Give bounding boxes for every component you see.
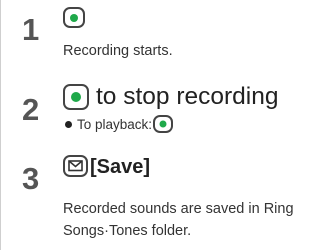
step-2-note-label: To playback: (77, 117, 153, 132)
step-1-number: 1 (22, 12, 40, 47)
step-3-description-line-2: Songs·Tones folder. (63, 223, 192, 239)
step-3-description-line-1: Recorded sounds are saved in Ring (63, 201, 294, 217)
mail-key-icon (63, 155, 88, 177)
step-2-action-text: to stop recording (96, 83, 279, 110)
green-dot (70, 13, 78, 22)
envelope-icon (68, 160, 83, 172)
step-3-save-label: [Save] (90, 156, 151, 178)
green-dot-key-icon (63, 7, 85, 28)
green-dot-key-icon (63, 84, 89, 110)
green-dot (159, 120, 167, 128)
left-margin-rule (0, 0, 1, 250)
bullet-icon (65, 121, 72, 128)
green-dot-key-icon (153, 115, 173, 133)
green-dot (71, 92, 81, 102)
step-2-number: 2 (22, 92, 40, 127)
step-1-description: Recording starts. (63, 43, 173, 59)
step-3-number: 3 (22, 161, 40, 196)
